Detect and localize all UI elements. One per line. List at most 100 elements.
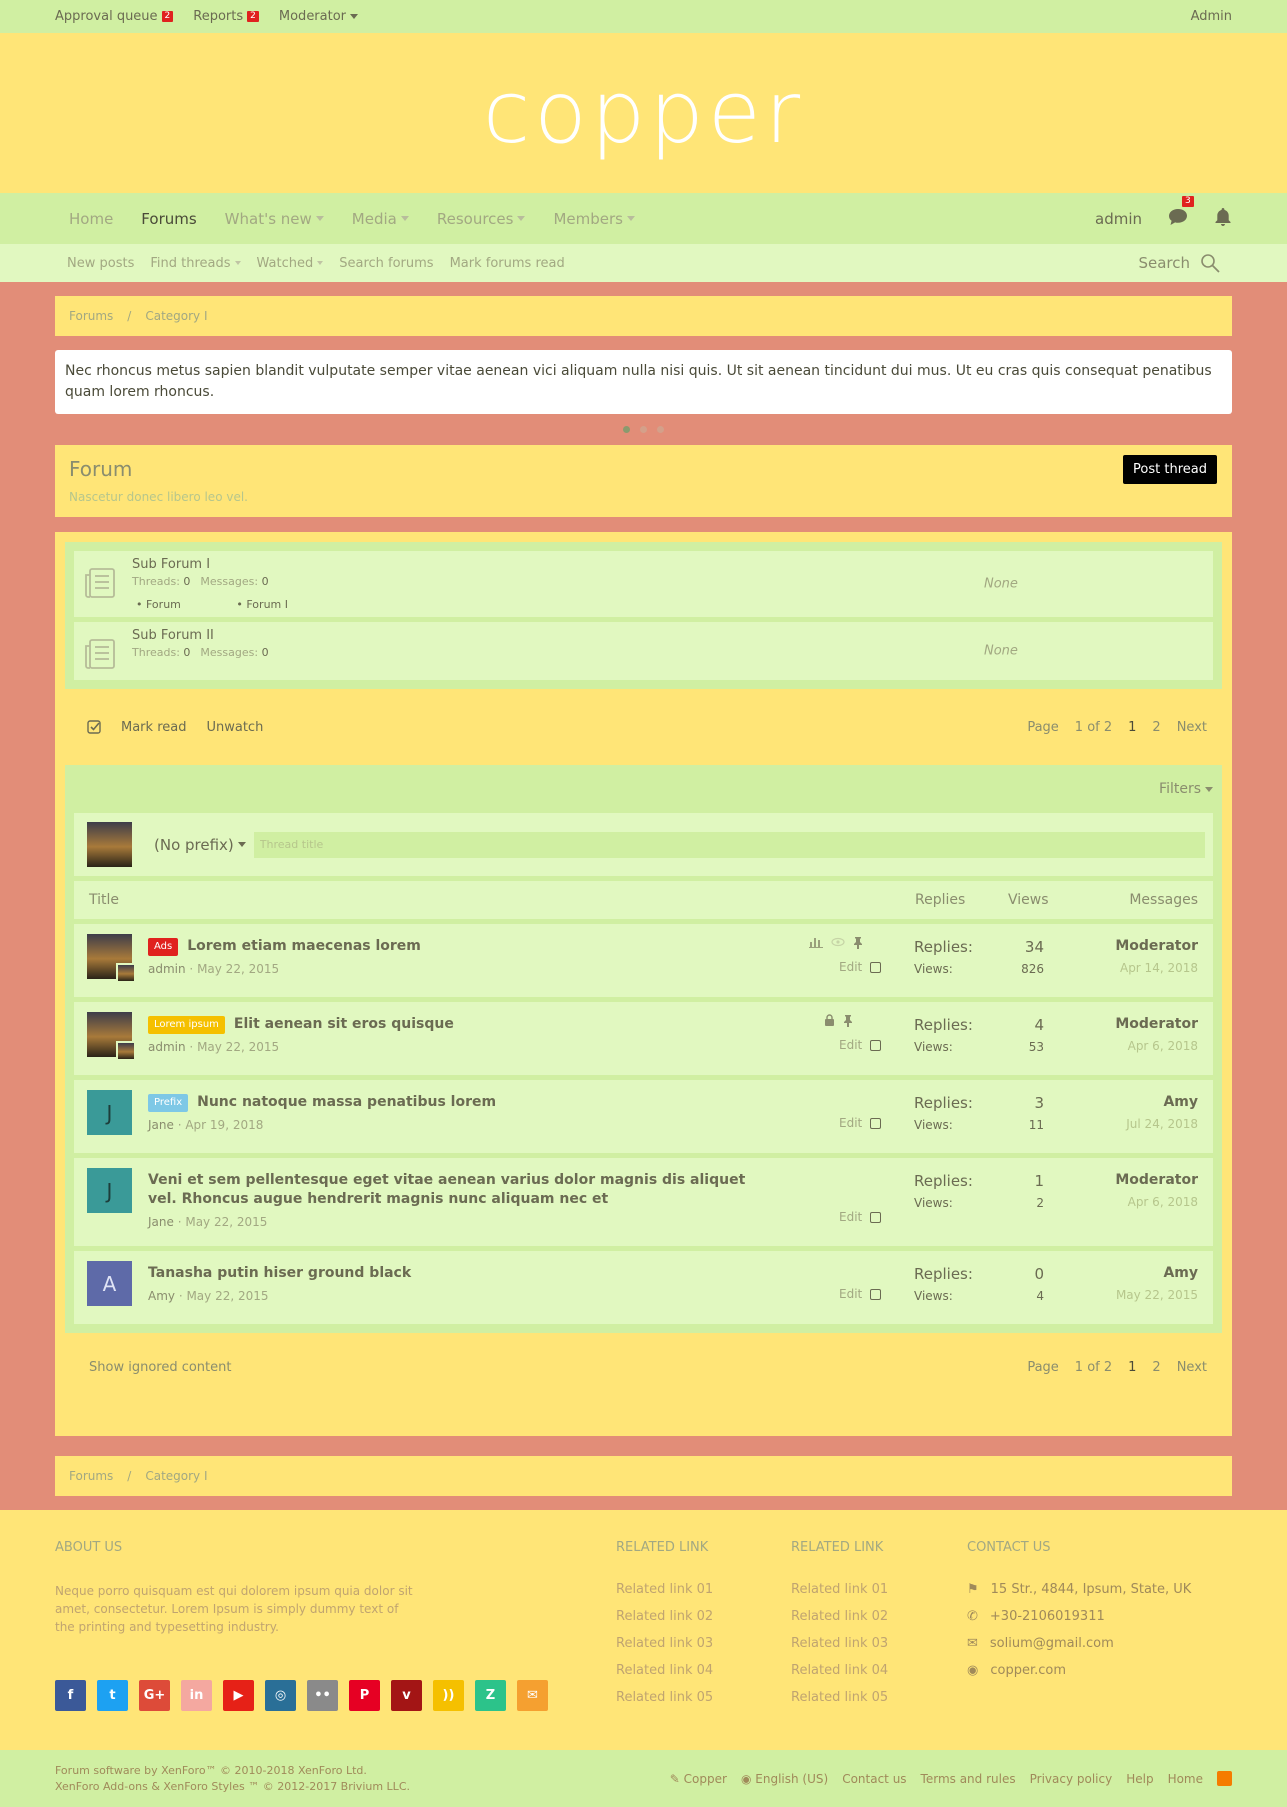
select-thread-checkbox[interactable] — [870, 961, 882, 973]
email-icon[interactable]: ✉ — [517, 1680, 548, 1711]
nav-tab-members[interactable]: Members — [539, 193, 649, 244]
flickr-icon[interactable]: •• — [307, 1680, 338, 1711]
rss-icon[interactable] — [1217, 1771, 1232, 1786]
thread-title[interactable]: Nunc natoque massa penatibus lorem — [197, 1093, 496, 1112]
rss-icon[interactable]: )) — [433, 1680, 464, 1711]
nav-tab-forums[interactable]: Forums — [127, 193, 210, 244]
page-2-link[interactable]: 2 — [1152, 720, 1160, 735]
twitter-icon[interactable]: t — [97, 1680, 128, 1711]
nav-tab-media[interactable]: Media — [338, 193, 423, 244]
thread-prefix-label[interactable]: Ads — [148, 937, 179, 956]
last-poster-avatar[interactable] — [116, 1041, 136, 1061]
page-2-link[interactable]: 2 — [1152, 1360, 1160, 1375]
child-forum-link[interactable]: • Forum — [136, 598, 207, 611]
avatar[interactable] — [87, 934, 136, 983]
deviantart-icon[interactable]: Z — [475, 1680, 506, 1711]
thread-title-input[interactable] — [253, 831, 1205, 858]
google-plus-icon[interactable]: G+ — [139, 1680, 170, 1711]
related-link[interactable]: Related link 02 — [791, 1609, 888, 1624]
mark-forums-read-link[interactable]: Mark forums read — [450, 256, 565, 271]
filters-menu[interactable]: Filters — [74, 765, 1213, 813]
breadcrumb-category[interactable]: Category I — [145, 1469, 207, 1483]
col-title[interactable]: Title — [89, 892, 119, 908]
child-forum-link[interactable]: • Forum I — [236, 598, 314, 611]
youtube-icon[interactable]: ▶ — [223, 1680, 254, 1711]
notice-dot[interactable] — [623, 426, 630, 433]
avatar[interactable]: J — [87, 1168, 132, 1213]
related-link[interactable]: Related link 04 — [791, 1663, 888, 1678]
edit-link[interactable]: Edit — [839, 1116, 862, 1130]
thread-title[interactable]: Lorem etiam maecenas lorem — [187, 937, 421, 956]
related-link[interactable]: Related link 03 — [791, 1636, 888, 1651]
chevron-down-icon[interactable] — [517, 216, 526, 221]
help-link[interactable]: Help — [1126, 1772, 1153, 1786]
new-posts-link[interactable]: New posts — [67, 256, 134, 271]
privacy-link[interactable]: Privacy policy — [1030, 1772, 1113, 1786]
linkedin-icon[interactable]: in — [181, 1680, 212, 1711]
style-chooser-link[interactable]: ✎ Copper — [670, 1772, 727, 1786]
search-button[interactable]: Search — [1138, 253, 1220, 273]
page-1-link[interactable]: 1 — [1128, 1360, 1136, 1375]
chevron-down-icon[interactable] — [626, 216, 635, 221]
edit-link[interactable]: Edit — [839, 1287, 862, 1301]
related-link[interactable]: Related link 01 — [791, 1582, 888, 1597]
nav-tab-whats-new[interactable]: What's new — [211, 193, 338, 244]
vimeo-icon[interactable]: v — [391, 1680, 422, 1711]
terms-link[interactable]: Terms and rules — [921, 1772, 1016, 1786]
language-chooser-link[interactable]: ◉ English (US) — [741, 1772, 828, 1786]
related-link[interactable]: Related link 01 — [616, 1582, 713, 1597]
edit-link[interactable]: Edit — [839, 960, 862, 974]
notice-dot[interactable] — [657, 426, 664, 433]
col-replies[interactable]: Replies — [915, 892, 965, 908]
col-views[interactable]: Views — [1008, 892, 1049, 908]
avatar[interactable] — [87, 1012, 136, 1061]
thread-prefix-label[interactable]: Prefix — [148, 1093, 189, 1112]
select-all-checkbox[interactable] — [87, 720, 101, 734]
chevron-down-icon[interactable] — [400, 216, 409, 221]
avatar[interactable]: A — [87, 1261, 132, 1306]
col-messages[interactable]: Messages — [1129, 892, 1198, 908]
notice-dot[interactable] — [640, 426, 647, 433]
contact-us-link[interactable]: Contact us — [842, 1772, 906, 1786]
breadcrumb-forums[interactable]: Forums — [69, 1469, 113, 1483]
thread-title[interactable]: Veni et sem pellentesque eget vitae aene… — [148, 1171, 748, 1209]
unwatch-link[interactable]: Unwatch — [206, 720, 263, 735]
last-poster-avatar[interactable] — [116, 963, 136, 983]
breadcrumb-forums[interactable]: Forums — [69, 309, 113, 323]
facebook-icon[interactable]: f — [55, 1680, 86, 1711]
thread-prefix-label[interactable]: Lorem ipsum — [148, 1015, 225, 1034]
show-ignored-link[interactable]: Show ignored content — [89, 1360, 231, 1375]
nav-tab-resources[interactable]: Resources — [423, 193, 540, 244]
mark-read-link[interactable]: Mark read — [121, 720, 186, 735]
account-link[interactable]: admin — [1095, 210, 1142, 228]
admin-link[interactable]: Admin — [1191, 9, 1232, 24]
related-link[interactable]: Related link 02 — [616, 1609, 713, 1624]
edit-link[interactable]: Edit — [839, 1038, 862, 1052]
breadcrumb-category[interactable]: Category I — [145, 309, 207, 323]
pinterest-icon[interactable]: P — [349, 1680, 380, 1711]
reports-link[interactable]: Reports 2 — [193, 9, 259, 24]
subforum-title[interactable]: Sub Forum I — [132, 557, 340, 572]
next-page-link[interactable]: Next — [1177, 1360, 1207, 1375]
watched-menu[interactable]: Watched — [257, 256, 324, 271]
subforum-title[interactable]: Sub Forum II — [132, 628, 279, 643]
alerts-button[interactable] — [1214, 207, 1232, 231]
thread-title[interactable]: Elit aenean sit eros quisque — [234, 1015, 454, 1034]
related-link[interactable]: Related link 05 — [616, 1690, 713, 1705]
select-thread-checkbox[interactable] — [870, 1117, 882, 1129]
site-logo[interactable]: copper — [483, 63, 804, 163]
find-threads-menu[interactable]: Find threads — [150, 256, 241, 271]
moderator-menu[interactable]: Moderator — [279, 9, 359, 24]
approval-queue-link[interactable]: Approval queue 2 — [55, 9, 174, 24]
home-link[interactable]: Home — [1168, 1772, 1203, 1786]
thread-title[interactable]: Tanasha putin hiser ground black — [148, 1264, 748, 1283]
next-page-link[interactable]: Next — [1177, 720, 1207, 735]
select-thread-checkbox[interactable] — [870, 1211, 882, 1223]
related-link[interactable]: Related link 04 — [616, 1663, 713, 1678]
select-thread-checkbox[interactable] — [870, 1288, 882, 1300]
chevron-down-icon[interactable] — [315, 216, 324, 221]
post-thread-button[interactable]: Post thread — [1123, 455, 1217, 484]
avatar[interactable]: J — [87, 1090, 132, 1135]
conversations-button[interactable]: 3 — [1168, 195, 1194, 230]
dribbble-icon[interactable]: ◎ — [265, 1680, 296, 1711]
